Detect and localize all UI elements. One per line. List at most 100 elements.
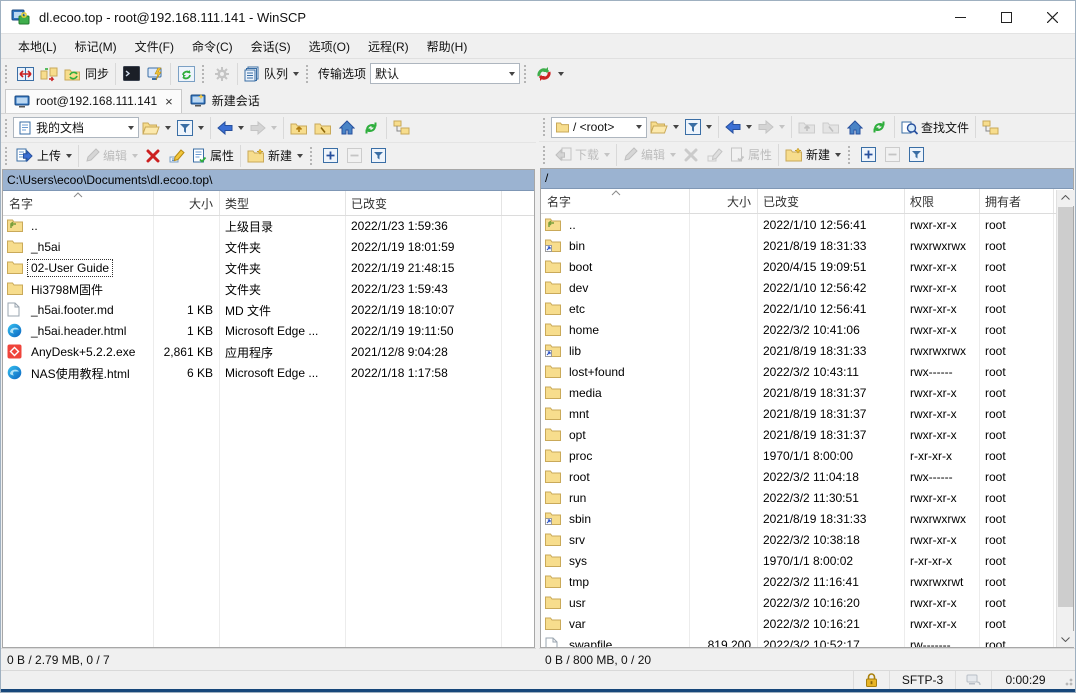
file-row-root[interactable]: root2022/3/2 11:04:18rwx------root (541, 466, 1073, 487)
local-tree-toggle-button[interactable] (390, 116, 414, 140)
remote-new-button[interactable]: 新建 (782, 143, 844, 167)
close-button[interactable] (1029, 1, 1075, 33)
remote-tree-toggle-button[interactable] (979, 115, 1003, 139)
minimize-button[interactable] (937, 1, 983, 33)
remote-new-dropdown-icon[interactable] (835, 153, 841, 157)
local-selection-filter-button[interactable] (366, 144, 390, 168)
file-row-sbin[interactable]: sbin2021/8/19 18:31:33rwxrwxrwxroot (541, 508, 1073, 529)
local-root-directory-button[interactable] (311, 116, 335, 140)
local-path-bar[interactable]: C:\Users\ecoo\Documents\dl.ecoo.top\ (3, 170, 534, 191)
remote-properties-button[interactable]: 属性 (727, 143, 775, 167)
remote-select-remove-button[interactable] (880, 143, 904, 167)
file-row-lost+found[interactable]: lost+found2022/3/2 10:43:11rwx------root (541, 361, 1073, 382)
remote-column-owner[interactable]: 拥有者 (979, 189, 1053, 214)
file-row-NAS使用教程.html[interactable]: NAS使用教程.html6 KBMicrosoft Edge ...2022/1… (3, 363, 534, 384)
menu-item[interactable]: 会话(S) (242, 34, 300, 59)
file-row-..[interactable]: ..上级目录2022/1/23 1:59:36 (3, 216, 534, 237)
remote-filter-button[interactable] (682, 115, 715, 139)
local-rename-button[interactable] (165, 144, 189, 168)
local-column-changed[interactable]: 已改变 (345, 191, 501, 216)
remote-delete-button[interactable] (679, 143, 703, 167)
local-parent-directory-button[interactable] (287, 116, 311, 140)
local-home-button[interactable] (335, 116, 359, 140)
remote-edit-dropdown-icon[interactable] (670, 153, 676, 157)
file-row-bin[interactable]: bin2021/8/19 18:31:33rwxrwxrwxroot (541, 235, 1073, 256)
preferences-gear-icon[interactable] (210, 62, 234, 86)
file-row-srv[interactable]: srv2022/3/2 10:38:18rwxr-xr-xroot (541, 529, 1073, 550)
connection-status-segment[interactable] (955, 671, 991, 689)
file-row-_h5ai.footer.md[interactable]: _h5ai.footer.md1 KBMD 文件2022/1/19 18:10:… (3, 300, 534, 321)
remote-column-changed[interactable]: 已改变 (757, 189, 904, 214)
local-new-button[interactable]: 新建 (244, 144, 306, 168)
open-putty-button[interactable] (143, 62, 167, 86)
file-row-02-User Guide[interactable]: 02-User Guide文件夹2022/1/19 21:48:15 (3, 258, 534, 279)
transfer-settings-combo[interactable]: 默认 (370, 63, 520, 84)
file-row-opt[interactable]: opt2021/8/19 18:31:37rwxr-xr-xroot (541, 424, 1073, 445)
encryption-lock-segment[interactable] (853, 671, 889, 689)
session-tab-close-icon[interactable]: × (165, 94, 173, 109)
local-filter-button[interactable] (174, 116, 207, 140)
local-forward-dropdown-icon[interactable] (271, 126, 277, 130)
menu-item[interactable]: 标记(M) (66, 34, 126, 59)
file-row-_h5ai.header.html[interactable]: _h5ai.header.html1 KBMicrosoft Edge ...2… (3, 321, 534, 342)
menu-item[interactable]: 帮助(H) (418, 34, 477, 59)
local-column-size[interactable]: 大小 (153, 191, 219, 216)
remote-parent-directory-button[interactable] (795, 115, 819, 139)
open-console-button[interactable] (119, 62, 143, 86)
menu-item[interactable]: 选项(O) (300, 34, 359, 59)
file-row-proc[interactable]: proc1970/1/1 8:00:00r-xr-xr-xroot (541, 445, 1073, 466)
remote-forward-button[interactable] (755, 115, 788, 139)
local-edit-button[interactable]: 编辑 (82, 144, 141, 168)
local-select-remove-button[interactable] (342, 144, 366, 168)
remote-refresh-button[interactable] (867, 115, 891, 139)
file-row-run[interactable]: run2022/3/2 11:30:51rwxr-xr-xroot (541, 487, 1073, 508)
scroll-down-icon[interactable] (1057, 631, 1074, 647)
file-row-usr[interactable]: usr2022/3/2 10:16:20rwxr-xr-xroot (541, 592, 1073, 613)
menu-item[interactable]: 命令(C) (183, 34, 242, 59)
local-select-add-button[interactable] (318, 144, 342, 168)
remote-root-directory-button[interactable] (819, 115, 843, 139)
file-row-AnyDesk+5.2.2.exe[interactable]: AnyDesk+5.2.2.exe2,861 KB应用程序2021/12/8 9… (3, 342, 534, 363)
local-column-type[interactable]: 类型 (219, 191, 345, 216)
queue-button[interactable]: 队列 (241, 62, 302, 86)
remote-drive-combo[interactable]: / <root> (551, 117, 647, 138)
queue-dropdown-icon[interactable] (293, 72, 299, 76)
upload-dropdown-icon[interactable] (66, 154, 72, 158)
local-open-directory-dropdown-icon[interactable] (165, 126, 171, 130)
file-row-swapfile[interactable]: swapfile819,2002022/3/2 10:52:17rw------… (541, 634, 1073, 647)
remote-selection-filter-button[interactable] (904, 143, 928, 167)
download-button[interactable]: 下载 (551, 143, 613, 167)
remote-vertical-scrollbar[interactable] (1056, 190, 1073, 647)
remote-back-button[interactable] (722, 115, 755, 139)
file-row-tmp[interactable]: tmp2022/3/2 11:16:41rwxrwxrwtroot (541, 571, 1073, 592)
remote-rename-button[interactable] (703, 143, 727, 167)
remote-path-bar[interactable]: / (541, 169, 1073, 190)
file-row-home[interactable]: home2022/3/2 10:41:06rwxr-xr-xroot (541, 319, 1073, 340)
synchronize-button[interactable]: 同步 (61, 62, 112, 86)
local-new-dropdown-icon[interactable] (297, 154, 303, 158)
remote-select-add-button[interactable] (856, 143, 880, 167)
find-files-button[interactable]: 查找文件 (898, 115, 972, 139)
file-row-etc[interactable]: etc2022/1/10 12:56:41rwxr-xr-xroot (541, 298, 1073, 319)
local-properties-button[interactable]: 属性 (189, 144, 237, 168)
local-refresh-button[interactable] (359, 116, 383, 140)
toggle-panels-button[interactable] (13, 62, 37, 86)
file-row-dev[interactable]: dev2022/1/10 12:56:42rwxr-xr-xroot (541, 277, 1073, 298)
refresh-session-button[interactable] (174, 62, 198, 86)
sync-settings-button[interactable] (532, 62, 567, 86)
remote-open-directory-dropdown-icon[interactable] (673, 125, 679, 129)
menu-item[interactable]: 文件(F) (126, 34, 183, 59)
synchronize-browsing-button[interactable] (37, 62, 61, 86)
download-dropdown-icon[interactable] (604, 153, 610, 157)
menu-item[interactable]: 本地(L) (9, 34, 66, 59)
upload-button[interactable]: 上传 (13, 144, 75, 168)
scrollbar-thumb[interactable] (1058, 207, 1073, 607)
resize-grip[interactable] (1061, 674, 1073, 686)
file-row-sys[interactable]: sys1970/1/1 8:00:02r-xr-xr-xroot (541, 550, 1073, 571)
scroll-up-icon[interactable] (1057, 190, 1074, 206)
file-row-mnt[interactable]: mnt2021/8/19 18:31:37rwxr-xr-xroot (541, 403, 1073, 424)
sync-settings-dropdown-icon[interactable] (558, 72, 564, 76)
remote-open-directory-button[interactable] (647, 115, 682, 139)
file-row-_h5ai[interactable]: _h5ai文件夹2022/1/19 18:01:59 (3, 237, 534, 258)
local-back-dropdown-icon[interactable] (238, 126, 244, 130)
